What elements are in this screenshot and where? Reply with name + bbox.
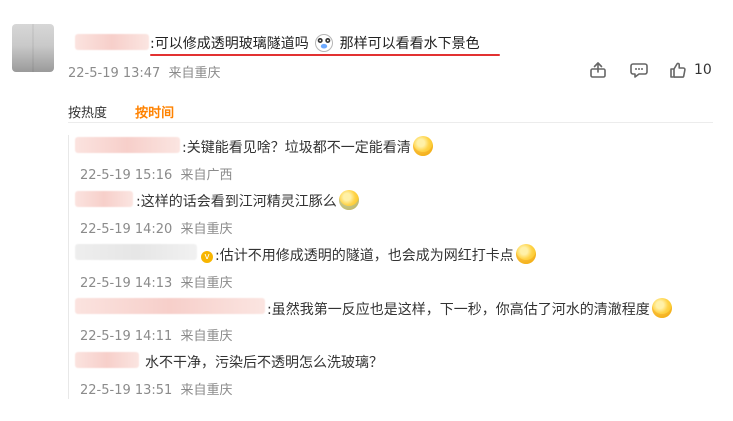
reply-text: :关键能看见啥？垃圾都不一定能看清: [182, 136, 433, 157]
highlight-underline: [150, 54, 500, 56]
reply-5-date: 22-5-19 13:51: [80, 383, 173, 398]
reply-4-text: :虽然我第一反应也是这样，下一秒，你高估了河水的清澈程度: [267, 302, 650, 318]
tabs-divider: [68, 122, 713, 123]
comment-date: 22-5-19 13:47: [68, 66, 161, 81]
comment-text: :可以修成透明玻璃隧道吗 那样可以看看水下景色: [150, 33, 480, 53]
reply-text: :这样的话会看到江河精灵江豚么: [136, 190, 359, 211]
reply-meta: 22-5-19 14:11 来自重庆: [80, 325, 233, 344]
reply-3-location: 来自重庆: [180, 276, 233, 291]
share-icon[interactable]: [588, 60, 608, 80]
laughing-emoji-icon: [515, 244, 536, 264]
reply-1-text: :关键能看见啥？垃圾都不一定能看清: [182, 140, 411, 156]
reply-4-location: 来自重庆: [180, 329, 233, 344]
reply-username-redacted[interactable]: [75, 352, 139, 368]
reply-meta: 22-5-19 15:16 来自广西: [80, 164, 233, 183]
laughing-emoji-icon: [412, 136, 433, 156]
like-button[interactable]: 10: [668, 60, 712, 80]
reply-5-text: 水不干净，污染后不透明怎么洗玻璃？: [145, 355, 383, 371]
username-redacted[interactable]: [75, 34, 149, 50]
reply-2-text: :这样的话会看到江河精灵江豚么: [136, 194, 337, 210]
reply-text: :虽然我第一反应也是这样，下一秒，你高估了河水的清澈程度: [267, 298, 672, 319]
comment-meta: 22-5-19 13:47 来自重庆: [68, 62, 221, 81]
tab-by-popularity[interactable]: 按热度: [68, 106, 107, 121]
user-avatar[interactable]: [12, 24, 54, 72]
reply-username-redacted[interactable]: [75, 244, 197, 260]
laughing-emoji-icon: [651, 298, 672, 318]
reply-username-redacted[interactable]: [75, 298, 265, 314]
reply-4-date: 22-5-19 14:11: [80, 329, 173, 344]
reply-2-date: 22-5-19 14:20: [80, 222, 173, 237]
reply-3-text: :估计不用修成透明的隧道，也会成为网红打卡点: [215, 248, 514, 264]
comment-icon[interactable]: [629, 60, 649, 80]
reply-1-location: 来自广西: [180, 168, 233, 183]
comment-text-part1: :可以修成透明玻璃隧道吗: [150, 36, 309, 52]
reply-meta: 22-5-19 14:13 来自重庆: [80, 272, 233, 291]
comment-location: 来自重庆: [168, 66, 221, 81]
reply-3-date: 22-5-19 14:13: [80, 276, 173, 291]
verified-badge-icon: v: [201, 251, 213, 263]
thumbs-up-icon: [668, 60, 688, 80]
reply-text: 水不干净，污染后不透明怎么洗玻璃？: [145, 352, 383, 372]
reply-2-location: 来自重庆: [180, 222, 233, 237]
reply-meta: 22-5-19 13:51 来自重庆: [80, 379, 233, 398]
reply-1-date: 22-5-19 15:16: [80, 168, 173, 183]
tab-by-time[interactable]: 按时间: [135, 106, 174, 121]
comment-text-part2: 那样可以看看水下景色: [339, 36, 480, 52]
reply-username-redacted[interactable]: [75, 137, 180, 153]
reply-text: v:估计不用修成透明的隧道，也会成为网红打卡点: [201, 244, 536, 265]
reply-5-location: 来自重庆: [180, 383, 233, 398]
panda-emoji-icon: [315, 34, 334, 52]
sort-tabs: 按热度 按时间: [68, 102, 198, 121]
crying-emoji-icon: [338, 190, 359, 210]
like-count: 10: [694, 62, 712, 78]
reply-username-redacted[interactable]: [75, 191, 133, 207]
replies-thread-line: [68, 135, 69, 399]
reply-meta: 22-5-19 14:20 来自重庆: [80, 218, 233, 237]
